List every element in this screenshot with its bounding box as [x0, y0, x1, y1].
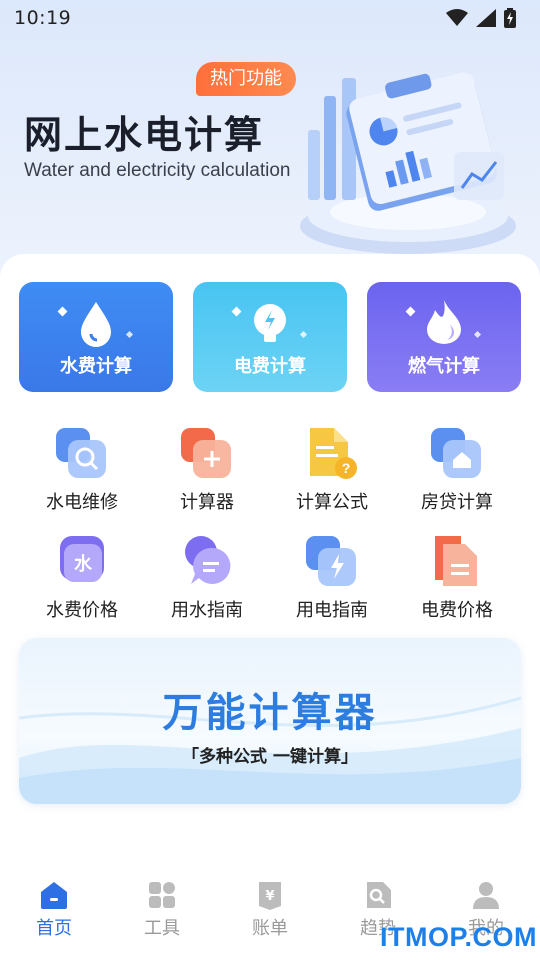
tool-label-calculator: 计算器	[180, 492, 234, 513]
water-drop-icon	[57, 302, 134, 347]
lightbulb-icon	[231, 304, 308, 342]
tool-label-mortgage: 房贷计算	[421, 492, 493, 513]
profile-icon	[473, 882, 499, 909]
lightning-guide-icon	[306, 536, 356, 586]
price-document-icon	[435, 536, 477, 586]
grid-tools-icon	[149, 882, 175, 908]
svg-text:¥: ¥	[265, 889, 274, 904]
hero-title: 网上水电计算	[24, 113, 265, 157]
signal-icon	[476, 9, 496, 27]
gas-calc-button[interactable]: 燃气计算	[367, 282, 521, 392]
flame-icon	[405, 300, 482, 344]
clipboard-chart-illustration	[300, 72, 516, 254]
wifi-icon	[446, 9, 468, 26]
tab-bills-label: 账单	[252, 918, 288, 939]
site-watermark: ITMOP.COM	[380, 922, 538, 952]
tab-bills[interactable]: ¥ 账单	[216, 880, 324, 940]
bill-icon: ¥	[259, 882, 281, 910]
tab-tools[interactable]: 工具	[108, 880, 216, 940]
search-repair-icon	[56, 428, 106, 478]
electricity-fee-calc-label: 电费计算	[234, 356, 306, 377]
universal-calculator-banner[interactable]: 万能计算器 「多种公式 一键计算」	[19, 638, 521, 804]
trend-icon	[367, 882, 391, 908]
water-fee-calc-label: 水费计算	[60, 356, 132, 377]
tool-label-water-guide: 用水指南	[171, 600, 243, 621]
tool-label-water-price: 水费价格	[46, 600, 118, 621]
status-time: 10:19	[14, 7, 72, 29]
formula-document-icon: ?	[310, 428, 357, 479]
tool-label-repair: 水电维修	[46, 492, 118, 513]
banner-title: 万能计算器	[162, 690, 378, 736]
home-icon	[41, 882, 67, 909]
svg-text:水: 水	[74, 553, 93, 575]
gas-calc-label: 燃气计算	[408, 356, 480, 377]
water-fee-calc-button[interactable]: 水费计算	[19, 282, 173, 392]
status-bar: 10:19	[0, 0, 540, 36]
hot-features-badge: 热门功能	[196, 62, 296, 96]
tool-label-formula: 计算公式	[296, 492, 368, 513]
house-icon	[431, 428, 481, 478]
battery-charging-icon	[504, 8, 516, 28]
hero-subtitle: Water and electricity calculation	[24, 160, 291, 181]
status-icons	[446, 8, 516, 28]
calculator-icon	[181, 428, 231, 478]
banner-subtitle: 「多种公式 一键计算」	[182, 747, 358, 767]
water-price-icon: 水	[60, 536, 104, 582]
tab-tools-label: 工具	[144, 918, 180, 939]
chat-guide-icon	[185, 536, 231, 584]
tool-label-electricity-price: 电费价格	[421, 600, 493, 621]
tab-home-label: 首页	[36, 918, 72, 939]
electricity-fee-calc-button[interactable]: 电费计算	[193, 282, 347, 392]
tab-home[interactable]: 首页	[0, 880, 108, 940]
tool-label-electricity-guide: 用电指南	[296, 600, 368, 621]
svg-text:?: ?	[342, 460, 351, 476]
